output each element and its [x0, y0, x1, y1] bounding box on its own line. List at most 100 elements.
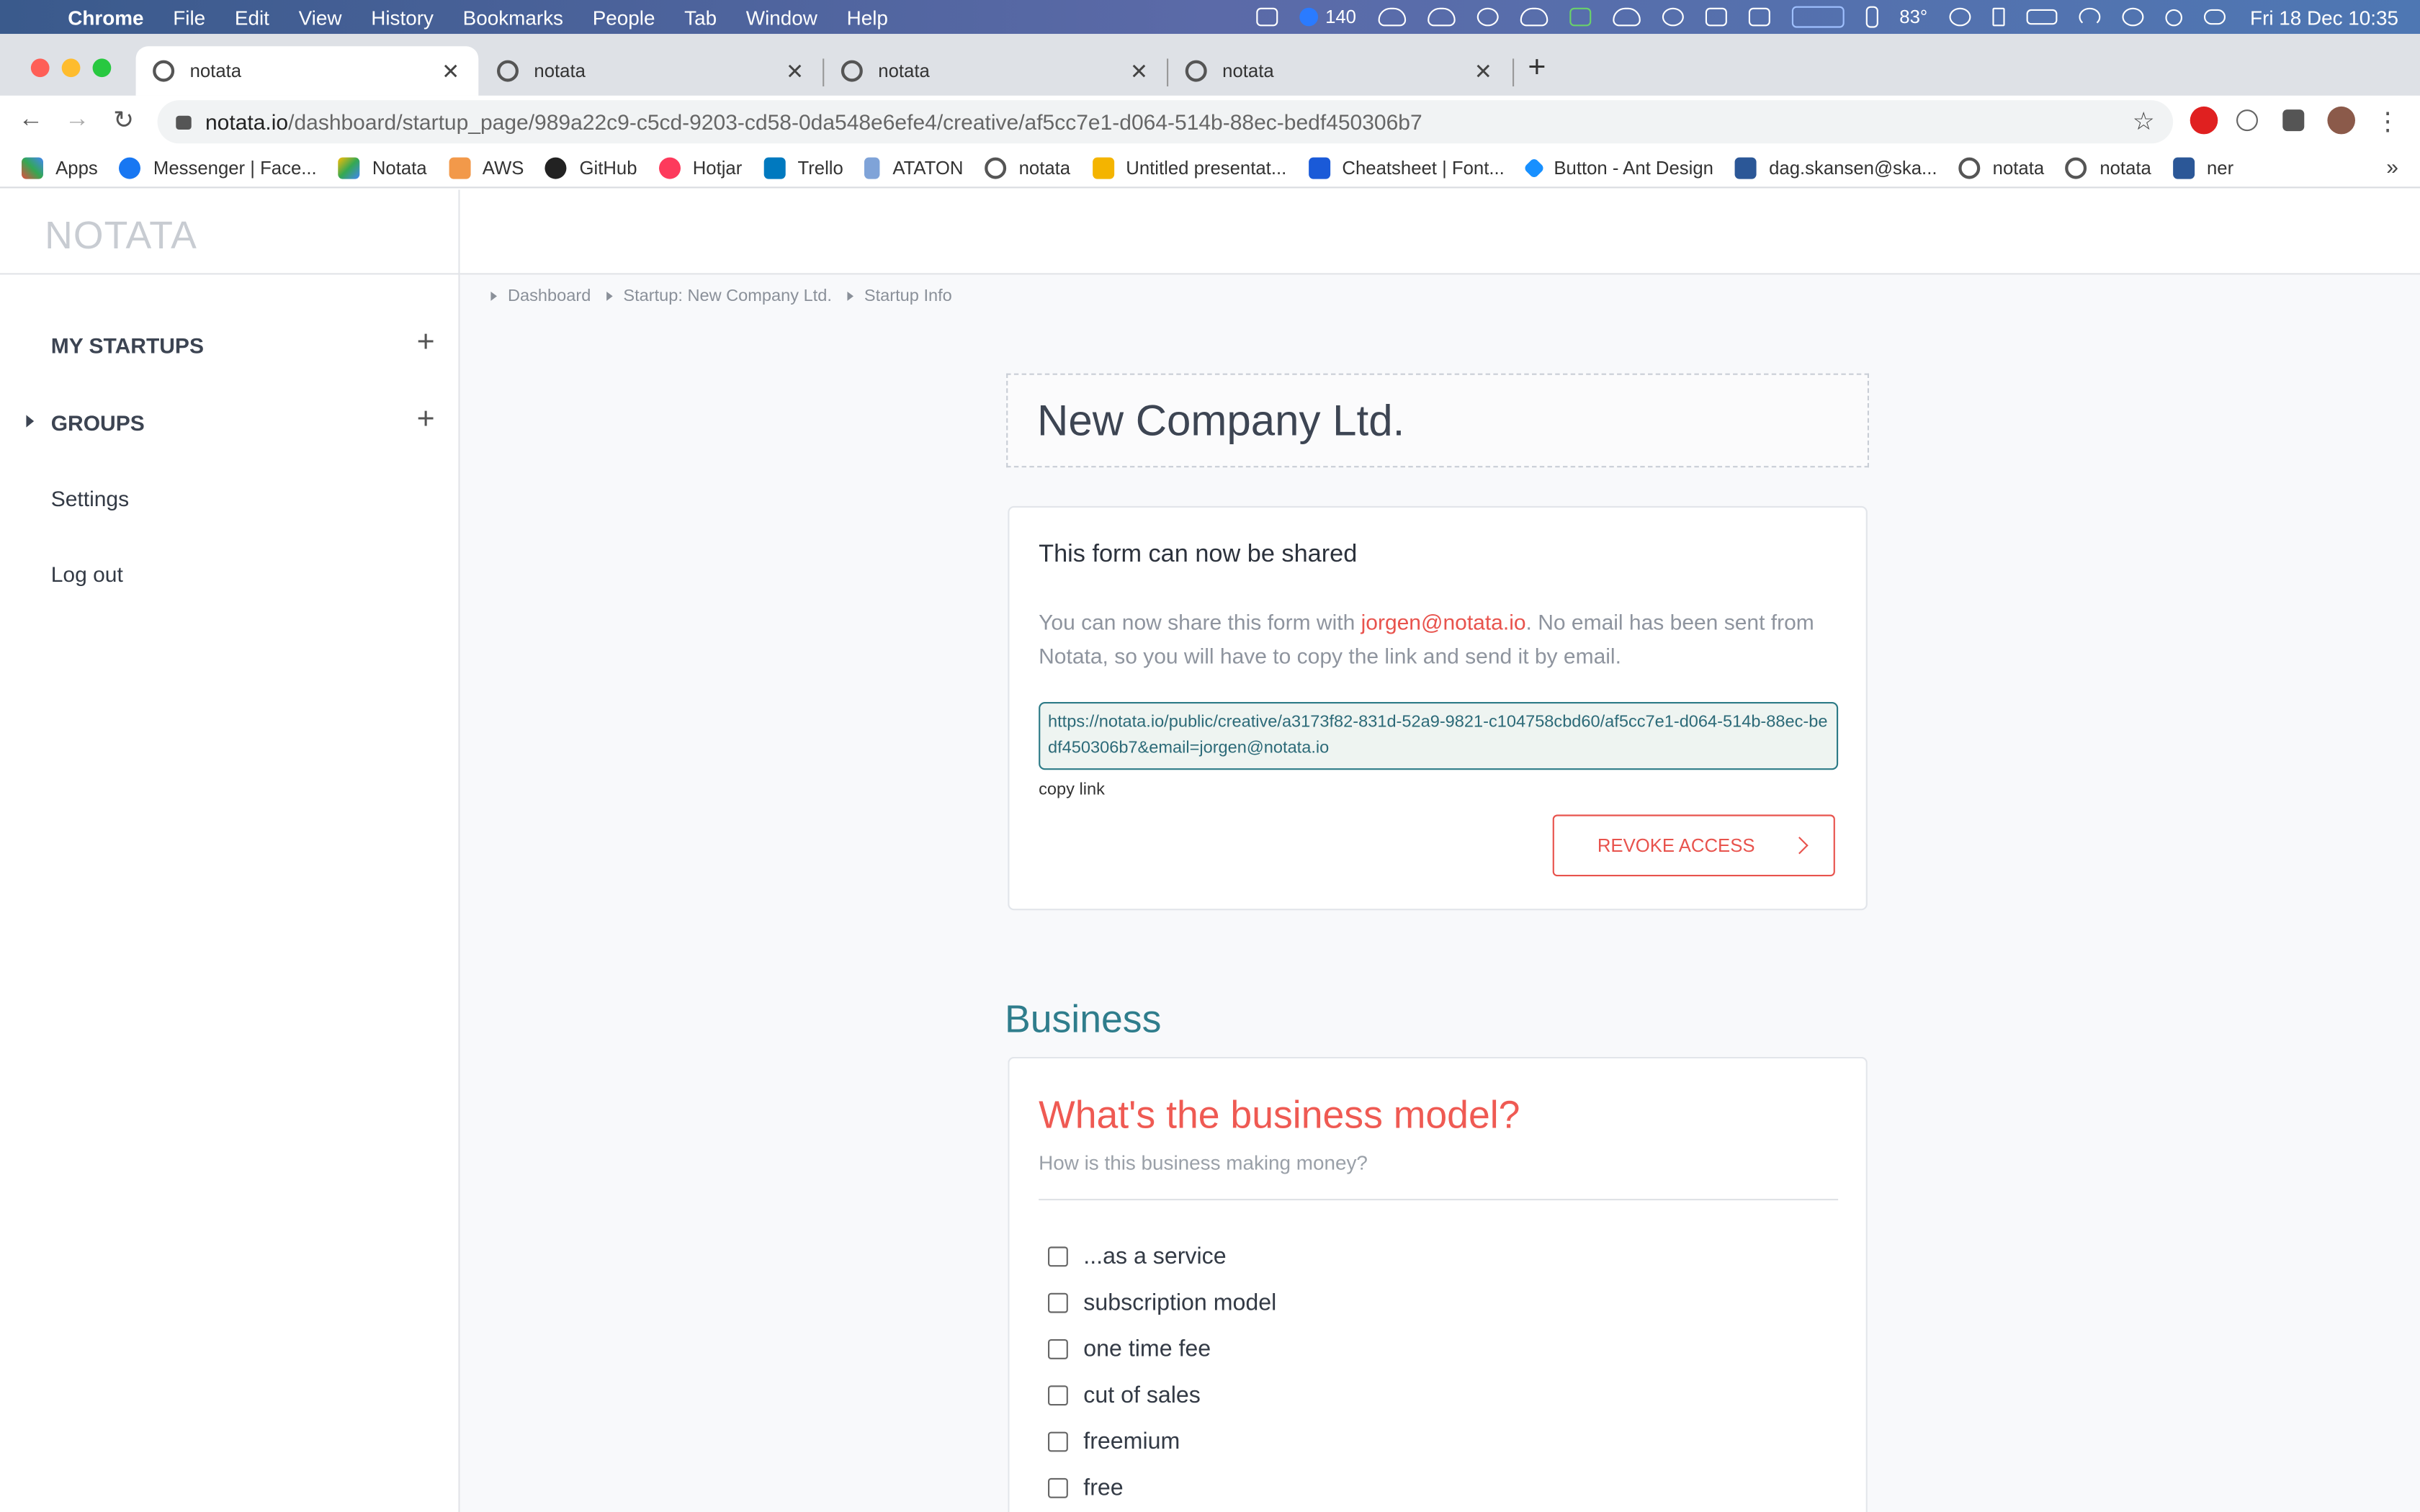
- bookmark-presentation[interactable]: Untitled presentat...: [1092, 156, 1286, 179]
- minimize-window-button[interactable]: [61, 58, 81, 78]
- bookmark-dag-skansen[interactable]: dag.skansen@ska...: [1734, 156, 1937, 179]
- brain-icon[interactable]: [1662, 7, 1684, 27]
- upload-cloud-icon[interactable]: [1378, 7, 1406, 27]
- battery-icon[interactable]: [2026, 9, 2058, 25]
- zoom-window-button[interactable]: [92, 58, 112, 78]
- bookmark-messenger[interactable]: Messenger | Face...: [119, 156, 317, 179]
- option-free[interactable]: free: [1048, 1475, 1124, 1501]
- breadcrumb-startup-info[interactable]: Startup Info: [847, 287, 952, 305]
- menu-history[interactable]: History: [371, 6, 434, 29]
- menu-window[interactable]: Window: [746, 6, 817, 29]
- bookmark-notata-drive[interactable]: Notata: [338, 156, 427, 179]
- browser-tab-4[interactable]: notata ✕: [1168, 46, 1511, 96]
- breadcrumb-dashboard[interactable]: Dashboard: [490, 287, 591, 305]
- groups-expand-caret-icon[interactable]: [26, 415, 35, 428]
- bookmark-github[interactable]: GitHub: [545, 156, 637, 179]
- add-group-plus-icon[interactable]: +: [417, 402, 435, 438]
- globe-icon: [2066, 156, 2088, 179]
- checkbox[interactable]: [1048, 1246, 1068, 1267]
- dropbox-icon[interactable]: [1255, 7, 1278, 27]
- wifi-icon[interactable]: [2079, 7, 2101, 27]
- close-tab-icon[interactable]: ✕: [1468, 58, 1499, 84]
- weather-icon[interactable]: [1612, 7, 1641, 27]
- checkbox[interactable]: [1048, 1477, 1068, 1498]
- company-name: New Company Ltd.: [1037, 396, 1405, 445]
- bookmarks-overflow-icon[interactable]: »: [2386, 154, 2398, 179]
- opera-extension-icon[interactable]: [2190, 106, 2218, 135]
- bookmark-ner[interactable]: ner: [2172, 156, 2233, 179]
- menu-tab[interactable]: Tab: [684, 6, 717, 29]
- menu-edit[interactable]: Edit: [235, 6, 269, 29]
- accessibility-extension-icon[interactable]: [2236, 109, 2258, 132]
- option-subscription-model[interactable]: subscription model: [1048, 1290, 1276, 1316]
- revoke-access-button[interactable]: REVOKE ACCESS: [1552, 814, 1835, 877]
- bookmark-notata-1[interactable]: notata: [985, 156, 1070, 179]
- forward-arrow-icon[interactable]: →: [54, 107, 100, 135]
- bookmark-hotjar[interactable]: Hotjar: [658, 156, 742, 179]
- breadcrumb-startup[interactable]: Startup: New Company Ltd.: [606, 287, 832, 305]
- sidebar-item-logout[interactable]: Log out: [51, 562, 123, 586]
- control-center-icon[interactable]: [2203, 9, 2226, 25]
- address-bar[interactable]: notata.io/dashboard/startup_page/989a22c…: [157, 100, 2174, 144]
- profile-avatar[interactable]: [2327, 106, 2355, 135]
- menu-app-name[interactable]: Chrome: [68, 6, 143, 29]
- window-manager-icon[interactable]: [1705, 7, 1727, 27]
- menu-help[interactable]: Help: [847, 6, 888, 29]
- password-manager-icon[interactable]: [1476, 7, 1499, 27]
- sidebar-item-my-startups[interactable]: MY STARTUPS: [51, 333, 204, 358]
- browser-tab-1[interactable]: notata ✕: [135, 46, 479, 96]
- add-startup-plus-icon[interactable]: +: [417, 325, 435, 361]
- upload-cloud-icon-3[interactable]: [1520, 7, 1548, 27]
- menu-file[interactable]: File: [173, 6, 205, 29]
- extensions-puzzle-icon[interactable]: [2282, 109, 2305, 132]
- screenshot-icon[interactable]: [1748, 7, 1770, 27]
- menu-people[interactable]: People: [593, 6, 655, 29]
- bookmark-trello[interactable]: Trello: [763, 156, 843, 179]
- bookmark-aws[interactable]: AWS: [448, 156, 524, 179]
- upload-cloud-icon-2[interactable]: [1427, 7, 1456, 27]
- bookmark-apps[interactable]: Apps: [22, 156, 98, 179]
- menu-bookmarks[interactable]: Bookmarks: [463, 6, 563, 29]
- bookmark-notata-3[interactable]: notata: [2066, 156, 2151, 179]
- activity-monitor-icon[interactable]: [1569, 7, 1591, 27]
- option-cut-of-sales[interactable]: cut of sales: [1048, 1382, 1201, 1408]
- globe-icon: [1185, 60, 1207, 82]
- app-logo[interactable]: NOTATA: [45, 215, 197, 259]
- option-as-a-service[interactable]: ...as a service: [1048, 1243, 1227, 1270]
- sidebar-item-settings[interactable]: Settings: [51, 486, 129, 510]
- copy-link-button[interactable]: copy link: [1039, 780, 1105, 799]
- checkbox[interactable]: [1048, 1292, 1068, 1313]
- bookmark-ant-design[interactable]: Button - Ant Design: [1523, 156, 1713, 179]
- close-tab-icon[interactable]: ✕: [1124, 58, 1155, 84]
- bookmark-ataton[interactable]: ATATON: [864, 156, 963, 179]
- option-freemium[interactable]: freemium: [1048, 1428, 1180, 1455]
- browser-tab-2[interactable]: notata ✕: [480, 46, 823, 96]
- notification-count-icon[interactable]: 140: [1299, 6, 1356, 28]
- bluetooth-icon[interactable]: [1992, 7, 2005, 27]
- user-icon[interactable]: [2122, 7, 2144, 27]
- menu-clock[interactable]: Fri 18 Dec 10:35: [2250, 6, 2398, 29]
- share-form-card: This form can now be shared You can now …: [1008, 505, 1868, 911]
- bookmark-notata-2[interactable]: notata: [1958, 156, 2044, 179]
- bookmark-label: Cheatsheet | Font...: [1342, 156, 1505, 179]
- menu-view[interactable]: View: [299, 6, 342, 29]
- chrome-menu-icon[interactable]: ⋮: [2365, 107, 2411, 138]
- reload-icon[interactable]: ↻: [100, 105, 146, 136]
- close-window-button[interactable]: [30, 58, 50, 78]
- share-link-field[interactable]: https://notata.io/public/creative/a3173f…: [1039, 701, 1839, 770]
- company-name-editable[interactable]: New Company Ltd.: [1006, 373, 1869, 468]
- close-tab-icon[interactable]: ✕: [779, 58, 810, 84]
- close-tab-icon[interactable]: ✕: [435, 58, 466, 84]
- sidebar-item-groups[interactable]: GROUPS: [51, 410, 145, 435]
- option-one-time-fee[interactable]: one time fee: [1048, 1336, 1211, 1362]
- back-arrow-icon[interactable]: ←: [8, 107, 54, 135]
- spotlight-search-icon[interactable]: [2165, 8, 2182, 26]
- checkbox[interactable]: [1048, 1339, 1068, 1359]
- new-tab-icon[interactable]: +: [1528, 51, 1546, 86]
- bookmark-star-icon[interactable]: ☆: [2133, 107, 2155, 138]
- checkbox[interactable]: [1048, 1385, 1068, 1406]
- browser-tab-3[interactable]: notata ✕: [824, 46, 1167, 96]
- bookmark-cheatsheet[interactable]: Cheatsheet | Font...: [1308, 156, 1505, 179]
- play-icon[interactable]: [1949, 7, 1971, 27]
- checkbox[interactable]: [1048, 1431, 1068, 1452]
